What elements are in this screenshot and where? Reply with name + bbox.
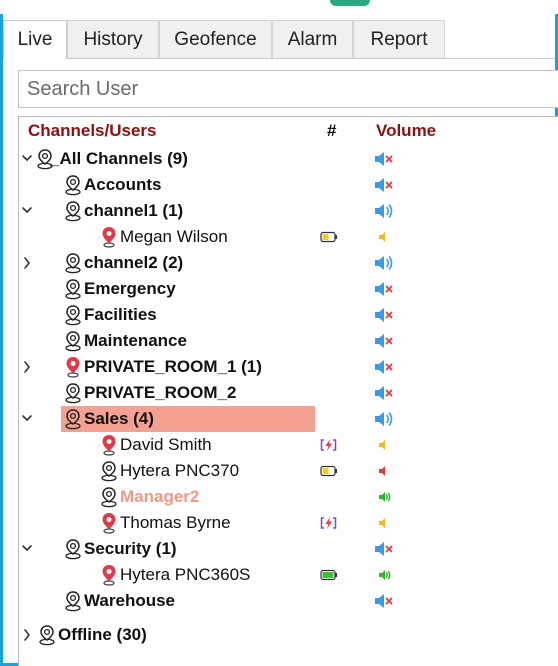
tree-row-label: Hytera PNC370 — [120, 461, 240, 480]
location-pin-icon — [62, 278, 84, 300]
tree-row-channel2-2[interactable]: channel2 (2) — [20, 250, 555, 276]
chevron-down-icon[interactable] — [20, 198, 34, 224]
tab-live[interactable]: Live — [3, 20, 67, 59]
location-pin-icon — [62, 408, 84, 430]
tree-row-label: _All Channels (9) — [50, 149, 188, 168]
red-location-pin-icon — [98, 564, 120, 586]
red-location-pin-icon — [62, 356, 84, 378]
location-pin-icon — [62, 174, 84, 196]
red-location-pin-icon — [98, 434, 120, 456]
tree-row-sales-4[interactable]: Sales (4) — [20, 406, 555, 432]
chevron-right-icon[interactable] — [20, 622, 34, 648]
tab-strip: Live History Geofence Alarm Report — [3, 20, 555, 59]
tree-row-label: Offline (30) — [58, 625, 147, 644]
tree-row-manager2[interactable]: Manager2 — [20, 484, 555, 510]
battery-icon — [320, 463, 338, 479]
column-header-channels: Channels/Users — [28, 121, 157, 140]
chevron-right-icon[interactable] — [20, 250, 34, 276]
volume-on-icon[interactable] — [373, 409, 395, 429]
tree-row-label: channel2 (2) — [84, 253, 184, 272]
volume-muted-icon[interactable] — [373, 305, 395, 325]
tree-row-accounts[interactable]: Accounts — [20, 172, 555, 198]
tab-history[interactable]: History — [67, 20, 159, 58]
tree-row-label: Warehouse — [84, 591, 176, 610]
tree-row-label: Megan Wilson — [120, 227, 228, 246]
tree-row-label: Sales (4) — [84, 409, 154, 428]
search-user-input[interactable] — [18, 70, 558, 108]
column-header-volume: Volume — [376, 121, 437, 140]
location-pin-icon — [62, 382, 84, 404]
volume-muted-icon[interactable] — [373, 539, 395, 559]
tree-row-label: Thomas Byrne — [120, 513, 231, 532]
battery-charging-icon — [320, 437, 338, 453]
location-pin-icon — [98, 486, 120, 508]
tree-row-label: Accounts — [84, 175, 162, 194]
tree-row-label: Facilities — [84, 305, 157, 324]
tree-row-label: Emergency — [84, 279, 176, 298]
tree-row-facilities[interactable]: Facilities — [20, 302, 555, 328]
tree-row-emergency[interactable]: Emergency — [20, 276, 555, 302]
tree-row-private-room-1-1[interactable]: PRIVATE_ROOM_1 (1) — [20, 354, 555, 380]
location-pin-icon — [62, 590, 84, 612]
tree-row-megan-wilson[interactable]: Megan Wilson — [20, 224, 555, 250]
tree-row-all-channels-9[interactable]: _All Channels (9) — [20, 146, 555, 172]
chevron-down-icon[interactable] — [20, 406, 34, 432]
location-pin-icon — [98, 460, 120, 482]
volume-muted-icon[interactable] — [373, 591, 395, 611]
location-pin-icon — [36, 624, 58, 646]
volume-on-icon[interactable] — [373, 253, 395, 273]
tree-row-label: channel1 (1) — [84, 201, 184, 220]
battery-icon — [320, 229, 338, 245]
red-location-pin-icon — [98, 226, 120, 248]
location-pin-icon — [62, 304, 84, 326]
location-pin-icon — [62, 330, 84, 352]
speaker-icon[interactable] — [373, 487, 395, 507]
speaker-icon[interactable] — [373, 227, 395, 247]
volume-muted-icon[interactable] — [373, 149, 395, 169]
tree-row-thomas-byrne[interactable]: Thomas Byrne — [20, 510, 555, 536]
tree-row-maintenance[interactable]: Maintenance — [20, 328, 555, 354]
tree-row-offline-30[interactable]: Offline (30) — [20, 622, 555, 648]
tab-alarm[interactable]: Alarm — [272, 20, 353, 58]
tree-row-label: PRIVATE_ROOM_1 (1) — [84, 357, 262, 376]
battery-charging-icon — [320, 515, 338, 531]
tree-row-security-1[interactable]: Security (1) — [20, 536, 555, 562]
chevron-down-icon[interactable] — [20, 536, 34, 562]
tree-row-warehouse[interactable]: Warehouse — [20, 588, 555, 614]
location-pin-icon — [62, 252, 84, 274]
speaker-icon[interactable] — [373, 435, 395, 455]
tree-row-david-smith[interactable]: David Smith — [20, 432, 555, 458]
volume-muted-icon[interactable] — [373, 357, 395, 377]
location-pin-icon — [62, 200, 84, 222]
volume-muted-icon[interactable] — [373, 331, 395, 351]
tree-row-label: Maintenance — [84, 331, 187, 350]
chevron-right-icon[interactable] — [20, 354, 34, 380]
volume-muted-icon[interactable] — [373, 383, 395, 403]
battery-icon — [320, 567, 338, 583]
tree-row-label: PRIVATE_ROOM_2 — [84, 383, 237, 402]
title-bar — [0, 0, 558, 14]
tree-row-label: Hytera PNC360S — [120, 565, 251, 584]
location-pin-icon — [62, 538, 84, 560]
column-header-number: # — [327, 121, 337, 140]
red-location-pin-icon — [98, 512, 120, 534]
tree-row-private-room-2[interactable]: PRIVATE_ROOM_2 — [20, 380, 555, 406]
tree-row-hytera-pnc370[interactable]: Hytera PNC370 — [20, 458, 555, 484]
tab-geofence[interactable]: Geofence — [159, 20, 272, 58]
tree-row-label: David Smith — [120, 435, 212, 454]
tree-row-channel1-1[interactable]: channel1 (1) — [20, 198, 555, 224]
volume-muted-icon[interactable] — [373, 279, 395, 299]
title-accent — [330, 0, 370, 6]
volume-muted-icon[interactable] — [373, 175, 395, 195]
speaker-icon[interactable] — [373, 565, 395, 585]
chevron-down-icon[interactable] — [20, 146, 34, 172]
volume-on-icon[interactable] — [373, 201, 395, 221]
tab-report[interactable]: Report — [353, 20, 445, 58]
tree-row-label: Security (1) — [84, 539, 177, 558]
tree-row-label: Manager2 — [120, 487, 200, 506]
tree-row-hytera-pnc360s[interactable]: Hytera PNC360S — [20, 562, 555, 588]
speaker-icon[interactable] — [373, 513, 395, 533]
speaker-icon[interactable] — [373, 461, 395, 481]
